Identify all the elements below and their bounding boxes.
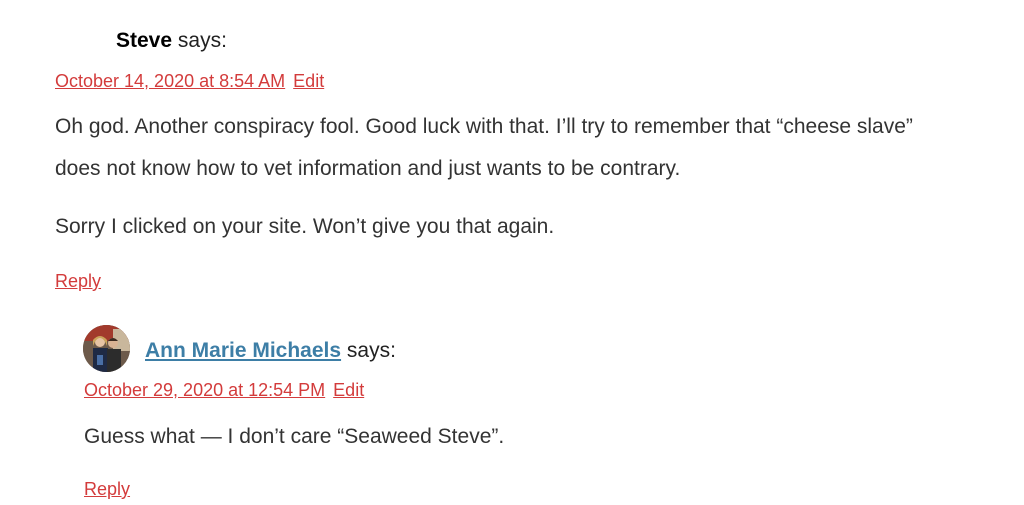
says-label: says: bbox=[177, 29, 227, 52]
comment-author-link[interactable]: Ann Marie Michaels bbox=[145, 339, 341, 362]
reply-link[interactable]: Reply bbox=[84, 479, 130, 500]
comment-date-link[interactable]: October 14, 2020 at 8:54 AM bbox=[55, 71, 285, 91]
edit-link[interactable]: Edit bbox=[333, 380, 364, 400]
comment-paragraph: Guess what — I don’t care “Seaweed Steve… bbox=[84, 425, 505, 448]
avatar bbox=[83, 325, 130, 372]
comment-author-line: Ann Marie Michaels says: bbox=[145, 339, 396, 363]
says-label: says: bbox=[346, 339, 396, 362]
reply-link[interactable]: Reply bbox=[55, 271, 101, 292]
comment-meta: October 14, 2020 at 8:54 AM Edit bbox=[55, 71, 324, 92]
comment-author-name: Steve bbox=[116, 29, 173, 52]
comment-paragraph: Sorry I clicked on your site. Won’t give… bbox=[55, 215, 555, 238]
comment-date-link[interactable]: October 29, 2020 at 12:54 PM bbox=[84, 380, 325, 400]
comment-paragraph: Oh god. Another conspiracy fool. Good lu… bbox=[55, 115, 913, 180]
comment-author-line: Steve says: bbox=[116, 29, 227, 53]
edit-link[interactable]: Edit bbox=[293, 71, 324, 91]
comment-meta: October 29, 2020 at 12:54 PM Edit bbox=[84, 380, 364, 401]
